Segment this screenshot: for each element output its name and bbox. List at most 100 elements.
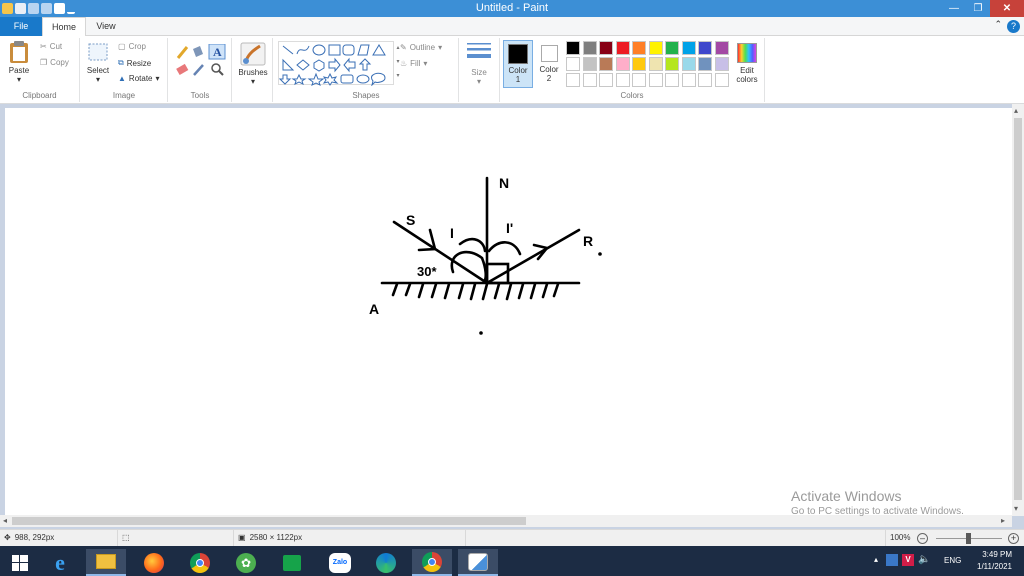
color-picker-icon[interactable] bbox=[193, 64, 204, 76]
palette-swatch[interactable] bbox=[615, 73, 630, 87]
palette-swatch[interactable] bbox=[681, 41, 696, 55]
tab-home[interactable]: Home bbox=[42, 17, 86, 36]
zoom-out-icon[interactable]: – bbox=[917, 533, 928, 544]
palette-swatch[interactable] bbox=[582, 57, 597, 71]
brush-icon bbox=[240, 42, 266, 66]
magnifier-icon[interactable] bbox=[211, 63, 224, 76]
taskbar-coccoc[interactable]: ✿ bbox=[226, 549, 266, 576]
size-button[interactable]: Size ▾ bbox=[464, 40, 494, 86]
paste-button[interactable]: Paste ▾ bbox=[5, 40, 33, 84]
windows-logo-icon bbox=[12, 554, 28, 571]
pencil-icon[interactable] bbox=[176, 46, 189, 59]
palette-swatch[interactable] bbox=[615, 57, 630, 71]
zoom-in-icon[interactable]: + bbox=[1008, 533, 1019, 544]
color1-button[interactable]: Color 1 bbox=[503, 40, 533, 88]
palette-swatch[interactable] bbox=[566, 41, 580, 55]
taskbar-chrome-2[interactable] bbox=[412, 549, 452, 576]
fill-button[interactable]: ♨ Fill ▾ bbox=[400, 59, 427, 68]
start-button[interactable] bbox=[0, 549, 40, 576]
palette-swatch[interactable] bbox=[599, 41, 613, 55]
scroll-down-icon[interactable]: ▾ bbox=[1014, 504, 1018, 513]
store-icon bbox=[283, 554, 301, 571]
palette-swatch[interactable] bbox=[599, 57, 613, 71]
palette-swatch[interactable] bbox=[714, 57, 729, 71]
taskbar-paint[interactable] bbox=[458, 549, 498, 576]
vertical-scrollbar[interactable]: ▴ ▾ bbox=[1012, 104, 1024, 516]
cut-button[interactable]: ✂ Cut bbox=[40, 42, 62, 51]
crop-button[interactable]: ▢ Crop bbox=[118, 42, 146, 51]
palette-swatch[interactable] bbox=[698, 41, 712, 55]
text-tool-icon[interactable]: A bbox=[208, 44, 226, 60]
palette-swatch[interactable] bbox=[665, 73, 679, 87]
palette-swatch[interactable] bbox=[632, 57, 646, 71]
palette-swatch[interactable] bbox=[582, 73, 597, 87]
taskbar-edge[interactable] bbox=[366, 549, 406, 576]
drawing-canvas[interactable]: N S I I' R 30* A bbox=[5, 108, 1012, 516]
palette-swatch[interactable] bbox=[566, 73, 580, 87]
zoom-slider-thumb[interactable] bbox=[966, 533, 971, 544]
edge-icon bbox=[376, 552, 396, 573]
minimize-button[interactable]: — bbox=[942, 0, 966, 17]
palette-swatch[interactable] bbox=[632, 73, 646, 87]
palette-swatch[interactable] bbox=[599, 73, 613, 87]
maximize-button[interactable]: ❐ bbox=[966, 0, 990, 17]
close-button[interactable]: ✕ bbox=[990, 0, 1024, 17]
outline-button[interactable]: ✎ Outline ▾ bbox=[400, 43, 442, 52]
palette-swatch[interactable] bbox=[648, 57, 663, 71]
resize-button[interactable]: ⧉ Resize bbox=[118, 58, 151, 68]
rotate-button[interactable]: ▲ Rotate ▾ bbox=[118, 74, 160, 83]
taskbar-firefox[interactable] bbox=[134, 549, 174, 576]
palette-swatch[interactable] bbox=[648, 41, 663, 55]
palette-swatch[interactable] bbox=[714, 73, 729, 87]
brushes-button[interactable]: Brushes ▾ bbox=[236, 42, 270, 86]
ribbon: Paste ▾ ✂ Cut ❐ Copy Clipboard Select ▾ … bbox=[0, 36, 1024, 104]
palette-swatch[interactable] bbox=[681, 57, 696, 71]
tab-view[interactable]: View bbox=[86, 17, 126, 36]
fill-bucket-icon[interactable] bbox=[193, 46, 203, 57]
scroll-left-icon[interactable]: ◂ bbox=[3, 516, 7, 525]
tray-v-icon[interactable]: V bbox=[902, 554, 914, 566]
palette-swatch[interactable] bbox=[648, 73, 663, 87]
taskbar-zalo[interactable]: Zalo bbox=[320, 549, 360, 576]
clipboard-icon bbox=[10, 41, 28, 63]
chevron-down-icon: ▾ bbox=[95, 75, 100, 84]
palette-swatch[interactable] bbox=[566, 57, 580, 71]
coccoc-icon: ✿ bbox=[236, 552, 256, 573]
color1-swatch bbox=[508, 44, 528, 64]
shapes-gallery[interactable] bbox=[278, 41, 394, 87]
palette-swatch[interactable] bbox=[665, 57, 679, 71]
palette-swatch[interactable] bbox=[582, 41, 597, 55]
horizontal-scroll-thumb[interactable] bbox=[12, 517, 526, 525]
clock[interactable]: 3:49 PM 1/11/2021 bbox=[977, 549, 1012, 573]
fill-icon: ♨ bbox=[400, 59, 408, 68]
vertical-scroll-thumb[interactable] bbox=[1014, 118, 1022, 500]
language-indicator[interactable]: ENG bbox=[944, 556, 961, 565]
taskbar-store[interactable] bbox=[272, 549, 312, 576]
taskbar-internet-explorer[interactable]: e bbox=[40, 549, 80, 576]
collapse-ribbon-icon[interactable]: ⌃ bbox=[994, 19, 1002, 30]
tab-file[interactable]: File bbox=[0, 17, 42, 36]
selection-size: ⬚ bbox=[118, 530, 234, 546]
volume-icon[interactable]: 🔈 bbox=[918, 554, 930, 565]
tray-overflow-icon[interactable]: ▴ bbox=[874, 555, 878, 564]
help-icon[interactable]: ? bbox=[1007, 20, 1020, 33]
palette-swatch[interactable] bbox=[632, 41, 646, 55]
tray-app-icon[interactable] bbox=[886, 554, 898, 566]
taskbar-file-explorer[interactable] bbox=[86, 549, 126, 576]
color2-button[interactable]: Color 2 bbox=[535, 40, 563, 88]
palette-swatch[interactable] bbox=[714, 41, 729, 55]
resize-icon: ⧉ bbox=[118, 58, 124, 67]
label-n: N bbox=[499, 175, 509, 191]
palette-swatch[interactable] bbox=[681, 73, 696, 87]
edit-colors-button[interactable]: Edit colors bbox=[731, 40, 763, 84]
scroll-up-icon[interactable]: ▴ bbox=[1014, 106, 1018, 115]
eraser-icon[interactable] bbox=[176, 63, 189, 75]
palette-swatch[interactable] bbox=[615, 41, 630, 55]
palette-swatch[interactable] bbox=[698, 73, 712, 87]
palette-swatch[interactable] bbox=[698, 57, 712, 71]
copy-button[interactable]: ❐ Copy bbox=[40, 58, 69, 67]
palette-swatch[interactable] bbox=[665, 41, 679, 55]
scroll-right-icon[interactable]: ▸ bbox=[1001, 516, 1005, 525]
taskbar-chrome[interactable] bbox=[180, 549, 220, 576]
select-button[interactable]: Select ▾ bbox=[85, 42, 111, 84]
